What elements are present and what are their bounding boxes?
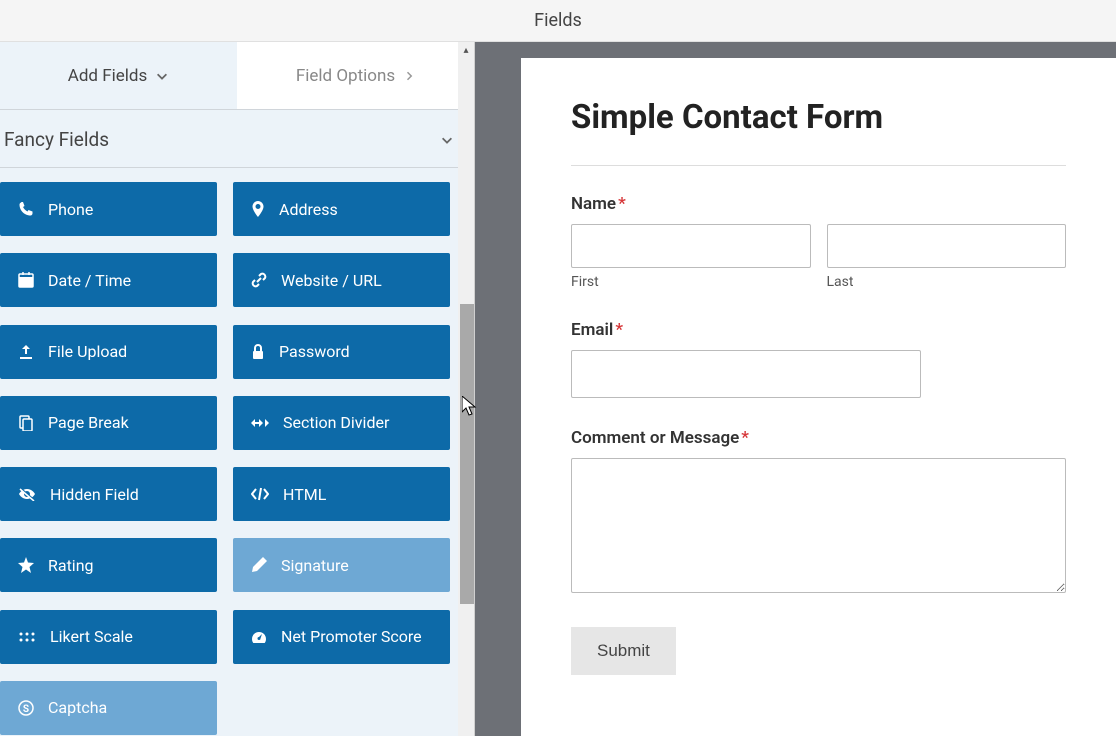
lock-icon <box>251 344 265 360</box>
field-section-divider[interactable]: Section Divider <box>233 396 450 450</box>
field-label: Address <box>279 200 338 219</box>
chevron-down-icon <box>440 133 454 147</box>
fields-panel: ▴ Add Fields Field Options Fancy Fields … <box>0 42 475 736</box>
field-label: File Upload <box>48 342 127 361</box>
tab-field-options[interactable]: Field Options <box>237 42 474 109</box>
field-address[interactable]: Address <box>233 182 450 236</box>
form-field-name[interactable]: Name* First Last <box>571 194 1066 290</box>
field-captcha[interactable]: S Captcha <box>0 681 217 735</box>
star-icon <box>18 557 34 573</box>
field-label: Hidden Field <box>50 485 139 504</box>
link-icon <box>251 272 267 288</box>
field-label: Section Divider <box>283 413 389 432</box>
email-label: Email* <box>571 320 1066 340</box>
tab-add-fields[interactable]: Add Fields <box>0 42 237 109</box>
last-name-input[interactable] <box>827 224 1067 268</box>
page-title: Fields <box>534 10 582 31</box>
field-label: Date / Time <box>48 271 131 290</box>
submit-button[interactable]: Submit <box>571 627 676 675</box>
field-password[interactable]: Password <box>233 325 450 379</box>
scrollbar-thumb[interactable] <box>460 304 474 604</box>
first-name-input[interactable] <box>571 224 811 268</box>
arrows-icon <box>251 417 269 429</box>
field-label: HTML <box>283 485 326 504</box>
field-hidden-field[interactable]: Hidden Field <box>0 467 217 521</box>
field-label: Net Promoter Score <box>281 627 422 646</box>
code-icon <box>251 487 269 501</box>
field-label: Password <box>279 342 350 361</box>
form-preview: Simple Contact Form Name* First Last <box>521 58 1116 736</box>
scrollbar-track[interactable]: ▴ <box>458 42 474 736</box>
required-mark: * <box>618 194 626 214</box>
field-likert-scale[interactable]: Likert Scale <box>0 610 217 664</box>
field-page-break[interactable]: Page Break <box>0 396 217 450</box>
field-label: Page Break <box>48 413 129 432</box>
required-mark: * <box>741 428 749 448</box>
chevron-down-icon <box>155 69 169 83</box>
svg-text:S: S <box>23 704 29 715</box>
eye-slash-icon <box>18 487 36 501</box>
chevron-right-icon <box>403 70 415 82</box>
field-label: Website / URL <box>281 271 382 290</box>
field-net-promoter-score[interactable]: Net Promoter Score <box>233 610 450 664</box>
page-break-icon <box>18 415 34 431</box>
field-file-upload[interactable]: File Upload <box>0 325 217 379</box>
panel-tabs: Add Fields Field Options <box>0 42 474 110</box>
upload-icon <box>18 344 34 360</box>
required-mark: * <box>615 320 623 340</box>
s-icon: S <box>18 700 34 716</box>
scrollbar-arrow-up-icon[interactable]: ▴ <box>458 42 474 58</box>
field-label: Signature <box>281 556 349 575</box>
tab-label: Field Options <box>296 66 395 86</box>
form-title: Simple Contact Form <box>571 98 1066 166</box>
field-rating[interactable]: Rating <box>0 538 217 592</box>
calendar-icon <box>18 272 34 288</box>
name-label: Name* <box>571 194 1066 214</box>
fields-grid: Phone Address Date / Time Website / URL … <box>0 168 474 736</box>
field-label: Rating <box>48 556 94 575</box>
last-sublabel: Last <box>827 274 1067 290</box>
form-field-email[interactable]: Email* <box>571 320 1066 398</box>
section-title: Fancy Fields <box>4 128 109 151</box>
message-label: Comment or Message* <box>571 428 1066 448</box>
tab-label: Add Fields <box>68 66 148 86</box>
marker-icon <box>251 201 265 217</box>
field-label: Likert Scale <box>50 627 133 646</box>
gauge-icon <box>251 630 267 644</box>
page-header: Fields <box>0 0 1116 42</box>
message-textarea[interactable] <box>571 458 1066 593</box>
field-phone[interactable]: Phone <box>0 182 217 236</box>
field-date-time[interactable]: Date / Time <box>0 253 217 307</box>
email-input[interactable] <box>571 350 921 398</box>
pencil-icon <box>251 557 267 573</box>
first-sublabel: First <box>571 274 811 290</box>
field-html[interactable]: HTML <box>233 467 450 521</box>
form-field-message[interactable]: Comment or Message* <box>571 428 1066 597</box>
field-label: Phone <box>48 200 93 219</box>
field-label: Captcha <box>48 698 107 717</box>
dots-icon <box>18 632 36 642</box>
section-fancy-fields[interactable]: Fancy Fields <box>0 110 474 168</box>
field-website-url[interactable]: Website / URL <box>233 253 450 307</box>
preview-panel: Simple Contact Form Name* First Last <box>475 42 1116 736</box>
field-signature[interactable]: Signature <box>233 538 450 592</box>
phone-icon <box>18 201 34 217</box>
